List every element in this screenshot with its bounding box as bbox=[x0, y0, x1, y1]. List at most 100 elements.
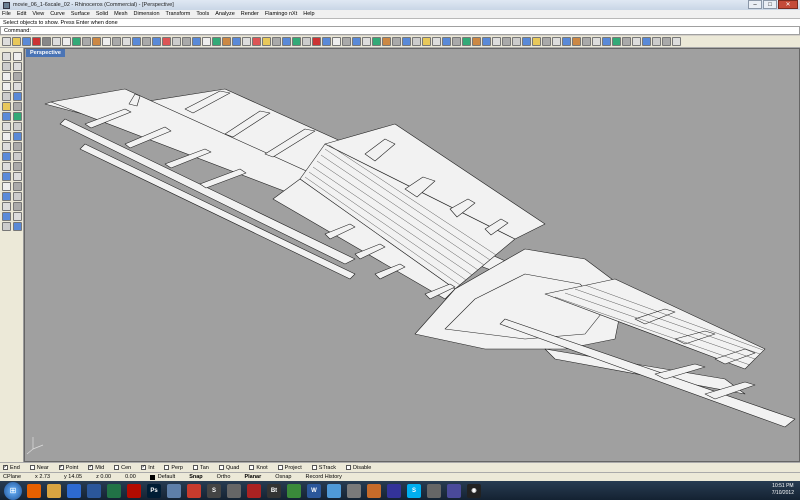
toolbar-tool-icon[interactable] bbox=[662, 37, 671, 46]
osnap-checkbox[interactable] bbox=[249, 465, 255, 470]
left-tool-icon[interactable] bbox=[13, 172, 22, 181]
osnap-checkbox[interactable]: ✓ bbox=[58, 465, 64, 470]
osnap-checkbox[interactable] bbox=[311, 465, 317, 470]
toolbar-tool-icon[interactable] bbox=[232, 37, 241, 46]
toolbar-tool-icon[interactable] bbox=[172, 37, 181, 46]
left-tool-icon[interactable] bbox=[2, 202, 11, 211]
start-button[interactable]: ⊞ bbox=[4, 481, 22, 500]
toolbar-tool-icon[interactable] bbox=[392, 37, 401, 46]
toolbar-tool-icon[interactable] bbox=[282, 37, 291, 46]
system-clock[interactable]: 10:51 PM 7/10/2012 bbox=[772, 483, 794, 497]
toolbar-tool-icon[interactable] bbox=[212, 37, 221, 46]
left-tool-icon[interactable] bbox=[13, 62, 22, 71]
toolbar-tool-icon[interactable] bbox=[312, 37, 321, 46]
left-tool-icon[interactable] bbox=[13, 122, 22, 131]
left-tool-icon[interactable] bbox=[13, 92, 22, 101]
paint-icon[interactable] bbox=[167, 483, 181, 498]
toolbar-tool-icon[interactable] bbox=[252, 37, 261, 46]
osnap-mid[interactable]: ✓ Mid bbox=[88, 465, 104, 471]
toolbar-tool-icon[interactable] bbox=[152, 37, 161, 46]
bt-icon[interactable]: Bt bbox=[267, 483, 281, 498]
left-tool-icon[interactable] bbox=[2, 152, 11, 161]
osnap-checkbox[interactable] bbox=[346, 465, 351, 470]
toolbar-tool-icon[interactable] bbox=[472, 37, 481, 46]
s-app-icon[interactable]: S bbox=[207, 483, 221, 498]
menu-help[interactable]: Help bbox=[303, 11, 314, 17]
left-tool-icon[interactable] bbox=[2, 132, 11, 141]
toolbar-tool-icon[interactable] bbox=[32, 37, 41, 46]
toolbar-tool-icon[interactable] bbox=[672, 37, 681, 46]
osnap-checkbox[interactable] bbox=[29, 465, 35, 470]
excel-icon[interactable] bbox=[107, 483, 121, 498]
toolbar-tool-icon[interactable] bbox=[52, 37, 61, 46]
left-tool-icon[interactable] bbox=[2, 162, 11, 171]
osnap-disable[interactable]: Disable bbox=[346, 465, 371, 471]
menu-render[interactable]: Render bbox=[241, 11, 259, 17]
toolbar-tool-icon[interactable] bbox=[122, 37, 131, 46]
toolbar-tool-icon[interactable] bbox=[422, 37, 431, 46]
osnap-toggle[interactable]: Osnap bbox=[275, 474, 291, 480]
close-button[interactable]: ✕ bbox=[778, 0, 798, 9]
toolbar-tool-icon[interactable] bbox=[242, 37, 251, 46]
toolbar-tool-icon[interactable] bbox=[202, 37, 211, 46]
menu-mesh[interactable]: Mesh bbox=[114, 11, 127, 17]
osnap-tan[interactable]: Tan bbox=[192, 465, 209, 471]
left-tool-icon[interactable] bbox=[13, 202, 22, 211]
toolbar-tool-icon[interactable] bbox=[72, 37, 81, 46]
toolbar-tool-icon[interactable] bbox=[382, 37, 391, 46]
toolbar-tool-icon[interactable] bbox=[412, 37, 421, 46]
left-tool-icon[interactable] bbox=[2, 52, 11, 61]
toolbar-tool-icon[interactable] bbox=[452, 37, 461, 46]
toolbar-tool-icon[interactable] bbox=[362, 37, 371, 46]
layer-selector[interactable]: Default bbox=[149, 474, 175, 480]
left-tool-icon[interactable] bbox=[13, 102, 22, 111]
menu-flamingo[interactable]: Flamingo nXt bbox=[265, 11, 297, 17]
menu-solid[interactable]: Solid bbox=[96, 11, 108, 17]
model-canvas[interactable] bbox=[25, 49, 800, 462]
osnap-strack[interactable]: STrack bbox=[311, 465, 336, 471]
toolbar-tool-icon[interactable] bbox=[262, 37, 271, 46]
planar-toggle[interactable]: Planar bbox=[244, 474, 261, 480]
menu-transform[interactable]: Transform bbox=[166, 11, 191, 17]
toolbar-tool-icon[interactable] bbox=[562, 37, 571, 46]
photoshop-icon[interactable]: Ps bbox=[147, 483, 161, 498]
left-tool-icon[interactable] bbox=[2, 112, 11, 121]
left-tool-icon[interactable] bbox=[2, 72, 11, 81]
toolbar-tool-icon[interactable] bbox=[112, 37, 121, 46]
menu-curve[interactable]: Curve bbox=[50, 11, 65, 17]
rhino-app-icon[interactable] bbox=[3, 1, 10, 9]
osnap-checkbox[interactable] bbox=[114, 465, 120, 470]
menu-analyze[interactable]: Analyze bbox=[215, 11, 235, 17]
osnap-int[interactable]: ✓ Int bbox=[141, 465, 154, 471]
toolbar-tool-icon[interactable] bbox=[22, 37, 31, 46]
toolbar-tool-icon[interactable] bbox=[502, 37, 511, 46]
toolbar-tool-icon[interactable] bbox=[322, 37, 331, 46]
left-tool-icon[interactable] bbox=[2, 172, 11, 181]
toolbar-tool-icon[interactable] bbox=[162, 37, 171, 46]
toolbar-tool-icon[interactable] bbox=[622, 37, 631, 46]
toolbar-tool-icon[interactable] bbox=[572, 37, 581, 46]
left-tool-icon[interactable] bbox=[13, 72, 22, 81]
toolbar-tool-icon[interactable] bbox=[512, 37, 521, 46]
osnap-checkbox[interactable] bbox=[164, 465, 170, 470]
left-tool-icon[interactable] bbox=[13, 162, 22, 171]
red-app-icon[interactable] bbox=[247, 483, 261, 498]
toolbar-tool-icon[interactable] bbox=[372, 37, 381, 46]
osnap-end[interactable]: ✓ End bbox=[3, 465, 20, 471]
menu-dimension[interactable]: Dimension bbox=[134, 11, 160, 17]
toolbar-tool-icon[interactable] bbox=[602, 37, 611, 46]
osnap-checkbox[interactable]: ✓ bbox=[141, 465, 147, 470]
toolbar-tool-icon[interactable] bbox=[652, 37, 661, 46]
osnap-checkbox[interactable]: ✓ bbox=[88, 465, 94, 470]
osnap-checkbox[interactable] bbox=[218, 465, 224, 470]
folder-icon[interactable] bbox=[47, 483, 61, 498]
toolbar-tool-icon[interactable] bbox=[272, 37, 281, 46]
left-tool-icon[interactable] bbox=[2, 182, 11, 191]
toolbar-tool-icon[interactable] bbox=[302, 37, 311, 46]
toolbar-tool-icon[interactable] bbox=[42, 37, 51, 46]
toolbar-tool-icon[interactable] bbox=[612, 37, 621, 46]
osnap-near[interactable]: Near bbox=[29, 465, 49, 471]
osnap-perp[interactable]: Perp bbox=[164, 465, 183, 471]
toolbar-tool-icon[interactable] bbox=[352, 37, 361, 46]
toolbar-tool-icon[interactable] bbox=[642, 37, 651, 46]
